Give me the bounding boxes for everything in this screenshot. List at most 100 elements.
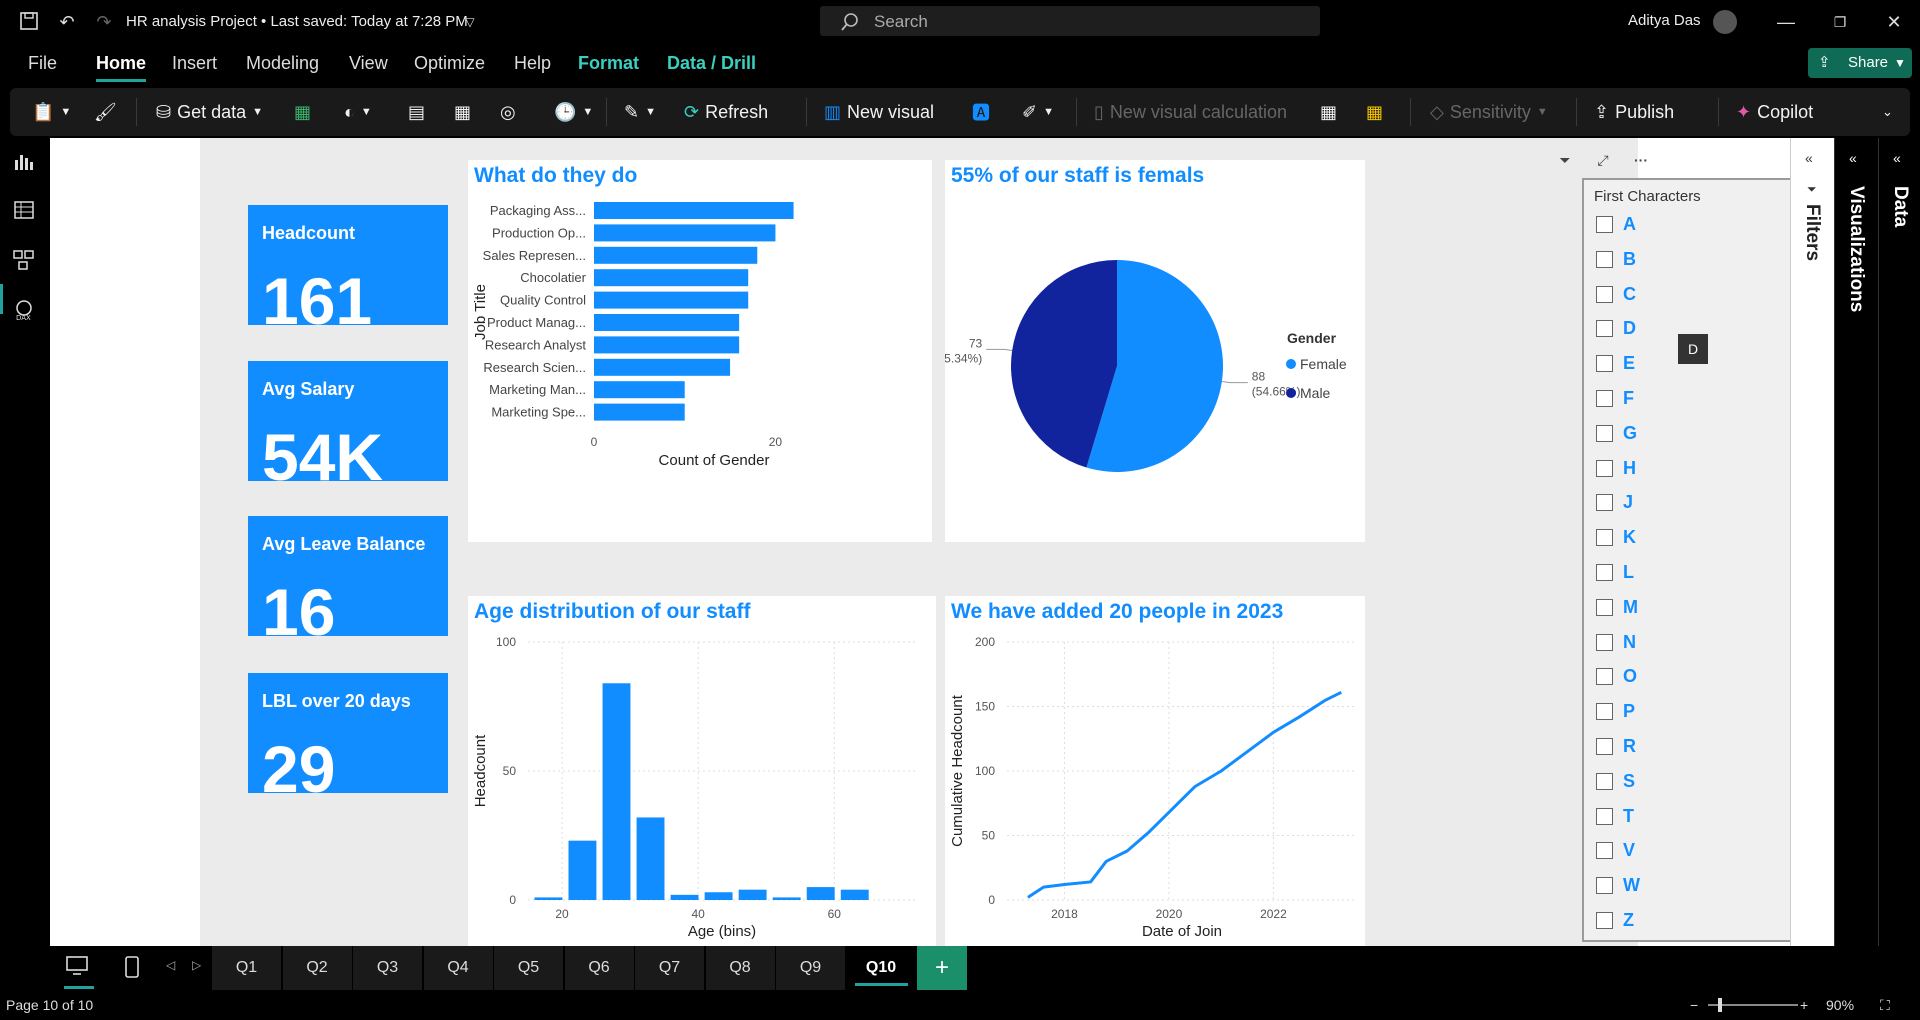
slicer-item-t[interactable]: T bbox=[1596, 806, 1634, 827]
avatar[interactable] bbox=[1713, 10, 1737, 34]
table-view-icon[interactable] bbox=[12, 198, 38, 224]
page-tab-q3[interactable]: Q3 bbox=[353, 946, 423, 990]
checkbox[interactable] bbox=[1596, 738, 1613, 755]
visualizations-pane[interactable]: « Visualizations bbox=[1834, 138, 1878, 946]
checkbox[interactable] bbox=[1596, 598, 1613, 616]
slicer-item-r[interactable]: R bbox=[1596, 736, 1636, 757]
menu-data-drill[interactable]: Data / Drill bbox=[667, 53, 756, 74]
new-measure-button[interactable]: ▦ bbox=[1320, 88, 1337, 136]
slicer-item-f[interactable]: F bbox=[1596, 388, 1634, 409]
menu-format[interactable]: Format bbox=[578, 53, 639, 74]
redo-icon[interactable]: ↷ bbox=[92, 10, 116, 34]
focus-mode-icon[interactable]: ⤢ bbox=[1590, 148, 1616, 172]
menu-home[interactable]: Home bbox=[96, 53, 147, 82]
slicer-item-p[interactable]: P bbox=[1596, 701, 1635, 722]
mobile-layout-icon[interactable] bbox=[124, 956, 140, 978]
minimize-icon[interactable]: — bbox=[1772, 10, 1800, 34]
collapse-ribbon-icon[interactable]: ⌄ bbox=[1882, 88, 1893, 136]
checkbox[interactable] bbox=[1596, 668, 1613, 686]
page-tab-q8[interactable]: Q8 bbox=[705, 946, 776, 990]
quick-measure-button[interactable]: ▦ bbox=[1366, 88, 1383, 136]
checkbox[interactable] bbox=[1596, 355, 1613, 373]
slicer-item-b[interactable]: B bbox=[1596, 249, 1636, 270]
page-tab-q1[interactable]: Q1 bbox=[212, 946, 282, 990]
checkbox[interactable] bbox=[1596, 216, 1613, 233]
share-button[interactable]: ⇪ Share ▼ bbox=[1808, 48, 1912, 78]
collapse-icon[interactable]: « bbox=[1805, 150, 1813, 166]
checkbox[interactable] bbox=[1596, 250, 1613, 268]
dataverse-button[interactable]: ◎ bbox=[500, 88, 516, 136]
slicer-item-d[interactable]: D bbox=[1596, 318, 1636, 339]
checkbox[interactable] bbox=[1596, 564, 1613, 581]
slicer-item-s[interactable]: S bbox=[1596, 771, 1635, 792]
data-label[interactable]: Data bbox=[1889, 186, 1911, 227]
fit-to-page-icon[interactable]: ⛶ bbox=[1880, 997, 1890, 1014]
dax-query-view-icon[interactable]: DAX bbox=[12, 298, 38, 324]
slicer-item-v[interactable]: V bbox=[1596, 840, 1635, 861]
new-visual-button[interactable]: ▥ New visual bbox=[824, 88, 934, 136]
menu-insert[interactable]: Insert bbox=[172, 53, 217, 74]
filters-label[interactable]: Filters bbox=[1801, 204, 1823, 261]
checkbox[interactable] bbox=[1596, 912, 1613, 929]
zoom-out-icon[interactable]: − bbox=[1690, 997, 1698, 1013]
excel-button[interactable]: ▦ bbox=[294, 88, 311, 136]
checkbox[interactable] bbox=[1596, 807, 1613, 825]
checkbox[interactable] bbox=[1596, 703, 1613, 721]
model-view-icon[interactable] bbox=[12, 248, 38, 274]
restore-icon[interactable]: ❐ bbox=[1826, 10, 1854, 34]
menu-file[interactable]: File bbox=[28, 53, 57, 74]
visualizations-label[interactable]: Visualizations bbox=[1845, 186, 1867, 312]
menu-modeling[interactable]: Modeling bbox=[246, 53, 319, 74]
prev-page-icon[interactable]: ◁ bbox=[166, 958, 175, 972]
report-view-icon[interactable] bbox=[12, 150, 38, 176]
desktop-layout-icon[interactable] bbox=[64, 954, 94, 982]
checkbox[interactable] bbox=[1596, 390, 1613, 407]
menu-help[interactable]: Help bbox=[514, 53, 551, 74]
checkbox[interactable] bbox=[1596, 494, 1613, 512]
slicer-item-o[interactable]: O bbox=[1596, 666, 1637, 687]
page-tab-q5[interactable]: Q5 bbox=[494, 946, 564, 990]
slicer-item-g[interactable]: G bbox=[1596, 423, 1637, 444]
slicer-item-e[interactable]: E bbox=[1596, 353, 1635, 374]
page-tab-q7[interactable]: Q7 bbox=[635, 946, 705, 990]
kpi-card-lbl-over-20[interactable]: LBL over 20 days 29 bbox=[248, 673, 448, 806]
page-tab-q4[interactable]: Q4 bbox=[423, 946, 494, 990]
cumulative-headcount-visual[interactable]: We have added 20 people in 2023 0 50 100 15… bbox=[945, 596, 1365, 946]
slicer-item-w[interactable]: W bbox=[1596, 875, 1640, 896]
format-painter-button[interactable]: 🖌 bbox=[94, 88, 117, 136]
more-options-icon[interactable]: ··· bbox=[1628, 148, 1654, 172]
next-page-icon[interactable]: ▷ bbox=[192, 958, 201, 972]
menu-view[interactable]: View bbox=[349, 53, 388, 74]
checkbox[interactable] bbox=[1596, 424, 1613, 442]
age-distribution-visual[interactable]: Age distribution of our staff 0 50 100 20 40… bbox=[468, 596, 936, 946]
collapse-icon[interactable]: « bbox=[1893, 150, 1901, 166]
page-tab-q2[interactable]: Q2 bbox=[282, 946, 353, 990]
filter-icon[interactable]: ⏷ bbox=[1552, 148, 1578, 172]
slicer-item-m[interactable]: M bbox=[1596, 597, 1638, 618]
slicer-item-l[interactable]: L bbox=[1596, 562, 1634, 583]
checkbox[interactable] bbox=[1596, 529, 1613, 547]
checkbox[interactable] bbox=[1596, 633, 1613, 651]
zoom-thumb[interactable] bbox=[1718, 998, 1722, 1012]
page-tab-q10[interactable]: Q10 bbox=[846, 946, 917, 990]
data-pane[interactable]: « Data bbox=[1878, 138, 1920, 946]
checkbox[interactable] bbox=[1596, 459, 1613, 477]
kpi-card-headcount[interactable]: Headcount 161 bbox=[248, 205, 448, 338]
onelake-button[interactable]: ◐ ▼ bbox=[344, 88, 372, 136]
collapse-icon[interactable]: « bbox=[1849, 150, 1857, 166]
kpi-card-avg-salary[interactable]: Avg Salary 54K bbox=[248, 361, 448, 494]
get-data-button[interactable]: ⛁ Get data ▼ bbox=[156, 88, 263, 136]
checkbox[interactable] bbox=[1596, 285, 1613, 303]
close-icon[interactable]: ✕ bbox=[1880, 10, 1908, 34]
new-visual-calculation-button[interactable]: ▯ New visual calculation bbox=[1094, 88, 1287, 136]
slicer-item-h[interactable]: H bbox=[1596, 458, 1636, 479]
chevron-down-icon[interactable]: ▽ bbox=[458, 10, 482, 34]
page-tab-q6[interactable]: Q6 bbox=[564, 946, 635, 990]
publish-button[interactable]: ⇪ Publish bbox=[1594, 88, 1674, 136]
filters-pane[interactable]: « ⏷ Filters bbox=[1790, 138, 1834, 946]
add-page-button[interactable]: + bbox=[917, 946, 967, 990]
more-visuals-button[interactable]: ✐ ▼ bbox=[1022, 88, 1054, 136]
sensitivity-button[interactable]: ◇ Sensitivity ▼ bbox=[1430, 88, 1548, 136]
copilot-button[interactable]: ✦ Copilot bbox=[1736, 88, 1813, 136]
checkbox[interactable] bbox=[1596, 842, 1613, 860]
